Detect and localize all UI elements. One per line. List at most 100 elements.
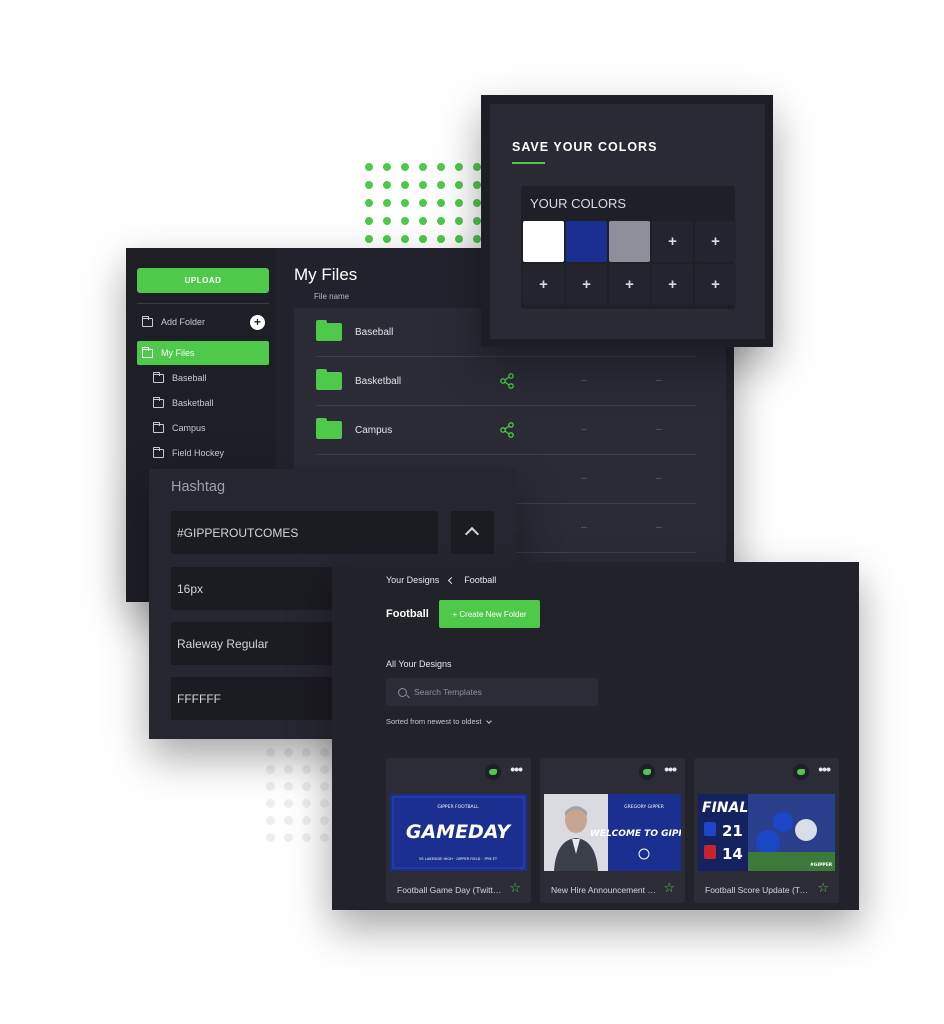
design-card-gameday[interactable]: ••• GIPPER FOOTBALL GAMEDAY VS LAKESIDE … [386,758,531,903]
sidebar-item-baseball[interactable]: Baseball [148,366,269,390]
design-thumbnail[interactable]: GIPPER FOOTBALL GAMEDAY VS LAKESIDE HIGH… [390,794,527,871]
sort-label: Sorted from newest to oldest [386,717,482,726]
design-card-score-update[interactable]: ••• FINAL 21 14 #GIPPER Football Score U… [694,758,839,903]
thumb-headline: FINAL [702,800,748,816]
dot [302,765,311,774]
star-icon[interactable]: ☆ [509,880,521,896]
add-color-button[interactable]: + [652,264,693,305]
dot [284,765,293,774]
sort-dropdown[interactable]: Sorted from newest to oldest [386,717,493,726]
score-home: 21 [722,822,743,840]
thumb-small-text: GREGORY GIPPER [624,804,664,810]
folder-icon [141,315,153,327]
create-folder-button[interactable]: + Create New Folder [439,600,540,628]
dot [320,816,329,825]
dot [437,199,445,207]
file-row-basketball[interactable]: Basketball -- -- [316,357,696,406]
dot [320,748,329,757]
search-placeholder: Search Templates [414,687,482,697]
thumb-small-text: #GIPPER [810,862,833,868]
star-icon[interactable]: ☆ [663,880,675,896]
add-color-button[interactable]: + [695,264,736,305]
dot [302,833,311,842]
dot [383,199,391,207]
dot [266,782,275,791]
white-dot-pattern [262,744,334,846]
add-folder-label: Add Folder [161,317,206,327]
dot [473,235,481,243]
sidebar-item-label: My Files [161,348,195,358]
file-meta: -- [581,522,587,532]
dot [266,816,275,825]
color-swatch[interactable] [609,221,650,262]
add-color-button[interactable]: + [609,264,650,305]
folder-title: Football [386,608,429,620]
dot [284,782,293,791]
sidebar-item-label: Baseball [172,373,207,383]
share-icon[interactable] [499,422,515,438]
dot [383,163,391,171]
sidebar-item-basketball[interactable]: Basketball [148,391,269,415]
dot [266,833,275,842]
dot [302,782,311,791]
dot [455,163,463,171]
file-meta: -- [656,424,662,434]
add-color-button[interactable]: + [652,221,693,262]
dot [437,217,445,225]
hashtag-input[interactable]: #GIPPEROUTCOMES [171,511,438,554]
dot [419,217,427,225]
more-options-icon[interactable]: ••• [510,761,523,777]
add-color-button[interactable]: + [523,264,564,305]
column-header-file-name[interactable]: File name [314,292,349,301]
file-meta: -- [581,375,587,385]
dot [437,181,445,189]
add-folder-row[interactable]: Add Folder + [137,310,269,334]
thumb-headline: GAMEDAY [406,821,512,843]
file-row-campus[interactable]: Campus -- -- [316,406,696,455]
sidebar-item-my-files[interactable]: My Files [137,341,269,365]
dot [419,181,427,189]
add-color-button[interactable]: + [695,221,736,262]
design-thumbnail[interactable]: FINAL 21 14 #GIPPER [698,794,835,871]
dot [455,217,463,225]
dot [401,235,409,243]
design-card-new-hire[interactable]: ••• GREGORY GIPPER WELCOME TO GIPPER New… [540,758,685,903]
share-icon[interactable] [499,373,515,389]
dot [302,748,311,757]
dot [473,181,481,189]
search-input[interactable]: Search Templates [386,678,598,706]
sidebar-item-campus[interactable]: Campus [148,416,269,440]
more-options-icon[interactable]: ••• [664,761,677,777]
upload-button[interactable]: UPLOAD [137,268,269,293]
more-options-icon[interactable]: ••• [818,761,831,777]
dot [473,199,481,207]
search-icon [398,687,407,697]
folder-icon [141,346,153,358]
score-away: 14 [722,845,743,863]
star-icon[interactable]: ☆ [817,880,829,896]
color-swatch[interactable] [566,221,607,262]
add-folder-plus-icon[interactable]: + [250,314,265,330]
file-meta: -- [656,473,662,483]
sidebar-item-field-hockey[interactable]: Field Hockey [148,441,269,465]
chevron-up-icon[interactable] [451,511,494,554]
dot [284,833,293,842]
design-thumbnail[interactable]: GREGORY GIPPER WELCOME TO GIPPER [544,794,681,871]
dot [437,163,445,171]
your-designs-panel: Your Designs Football Football + Create … [332,562,859,910]
dot [320,765,329,774]
dot [365,199,373,207]
folder-icon [152,421,164,433]
dot [455,181,463,189]
dot [473,217,481,225]
color-swatch[interactable] [523,221,564,262]
sidebar-divider [137,303,269,304]
dot [437,235,445,243]
chevron-left-icon [448,576,456,584]
design-title: Football Game Day (Twitter) [397,885,503,895]
dot [266,765,275,774]
breadcrumb-root[interactable]: Your Designs [386,575,439,585]
add-color-button[interactable]: + [566,264,607,305]
dot [302,816,311,825]
folder-icon [316,320,342,341]
